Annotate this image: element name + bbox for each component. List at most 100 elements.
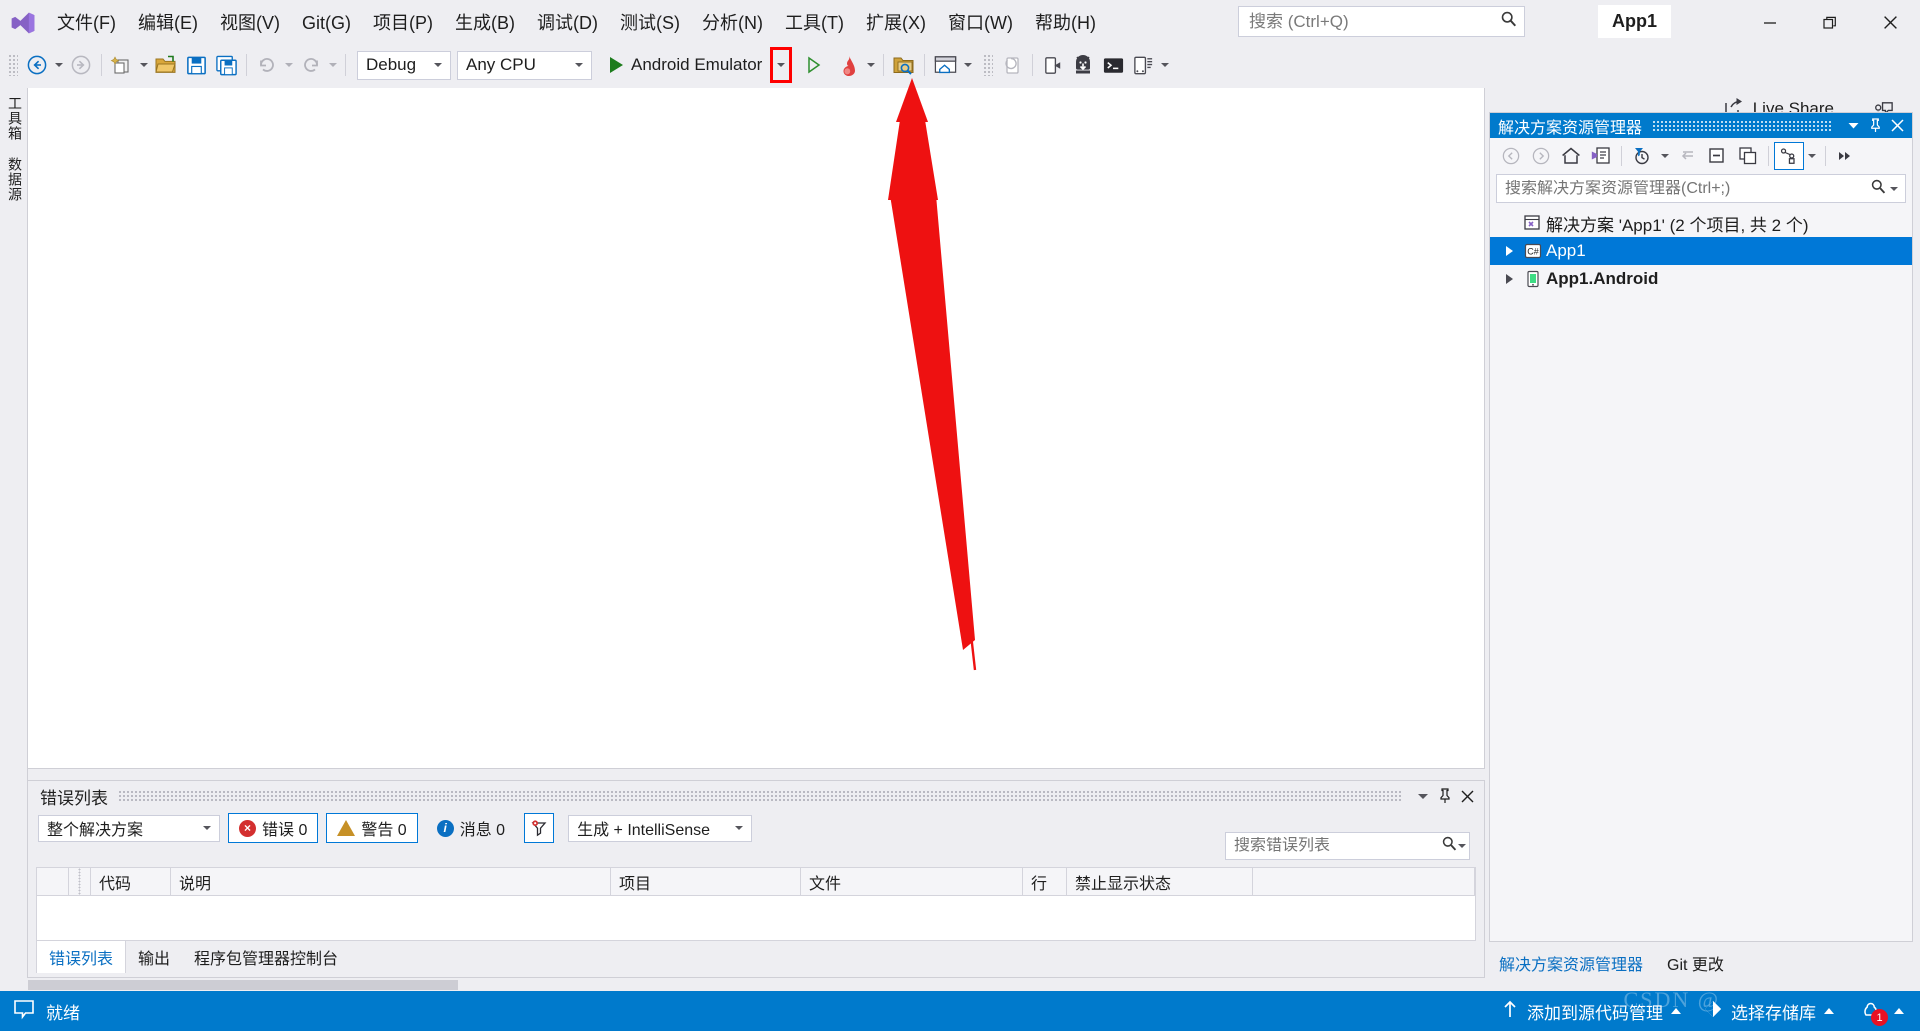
folder-search-icon[interactable]: [889, 49, 919, 81]
toolbar-grip[interactable]: [983, 54, 994, 76]
adb-console-icon[interactable]: [1098, 49, 1128, 81]
tree-node-app1[interactable]: C# App1: [1490, 237, 1912, 265]
tab-output[interactable]: 输出: [126, 941, 182, 973]
android-device-manager-icon[interactable]: [1128, 49, 1158, 81]
new-project-dropdown[interactable]: [137, 49, 151, 81]
save-icon[interactable]: [181, 49, 211, 81]
collapse-all-icon[interactable]: [1703, 142, 1733, 170]
deploy-to-device-icon[interactable]: [1038, 49, 1068, 81]
warnings-filter-button[interactable]: 警告 0: [326, 813, 418, 843]
tree-node-app1-android[interactable]: App1.Android: [1490, 265, 1912, 293]
search-options-dropdown[interactable]: [1887, 186, 1901, 191]
chevron-down-icon[interactable]: [1804, 142, 1820, 170]
navigate-back-dropdown[interactable]: [52, 49, 66, 81]
notifications-button[interactable]: 1: [1856, 998, 1904, 1026]
window-layout-dropdown[interactable]: [961, 49, 975, 81]
scrollbar-thumb[interactable]: [28, 980, 458, 990]
menu-file[interactable]: 文件(F): [46, 7, 127, 39]
editor-area[interactable]: [28, 88, 1485, 769]
column-header-file[interactable]: 文件: [801, 868, 1023, 895]
messages-filter-button[interactable]: i 消息 0: [426, 813, 516, 843]
column-header-line[interactable]: 行: [1023, 868, 1067, 895]
solution-search-box[interactable]: [1496, 174, 1906, 203]
refresh-device-icon[interactable]: [997, 49, 1027, 81]
solution-search-input[interactable]: [1505, 179, 1870, 198]
show-all-files-icon[interactable]: [1733, 142, 1763, 170]
back-icon[interactable]: [1496, 142, 1526, 170]
tab-error-list[interactable]: 错误列表: [36, 940, 127, 973]
menu-debug[interactable]: 调试(D): [526, 7, 609, 39]
android-sdk-manager-icon[interactable]: [1068, 49, 1098, 81]
view-code-icon[interactable]: [1774, 142, 1804, 170]
menu-view[interactable]: 视图(V): [209, 7, 291, 39]
start-debug-button[interactable]: Android Emulator: [606, 49, 768, 81]
close-icon[interactable]: [1456, 784, 1478, 808]
build-filter-combo[interactable]: 生成 + IntelliSense: [568, 814, 753, 842]
tab-solution-explorer[interactable]: 解决方案资源管理器: [1489, 947, 1654, 979]
navigate-back-icon[interactable]: [22, 49, 52, 81]
column-header-description[interactable]: 说明: [171, 868, 611, 895]
error-search-input[interactable]: [1234, 837, 1441, 855]
quick-search-input[interactable]: [1249, 11, 1500, 32]
platform-combo[interactable]: Any CPU: [457, 50, 592, 80]
overflow-icon[interactable]: [1831, 142, 1861, 170]
hot-reload-flame-icon[interactable]: [834, 49, 864, 81]
tree-node-solution[interactable]: 解决方案 'App1' (2 个项目, 共 2 个): [1490, 209, 1912, 237]
quick-search-box[interactable]: [1238, 6, 1525, 37]
sidebar-tab-toolbox[interactable]: 工具箱: [0, 88, 30, 149]
expander-icon[interactable]: [1498, 246, 1520, 256]
forward-icon[interactable]: [1526, 142, 1556, 170]
column-header-code[interactable]: 代码: [91, 868, 171, 895]
open-file-icon[interactable]: [151, 49, 181, 81]
select-repository-button[interactable]: 选择存储库: [1703, 999, 1834, 1024]
error-search-box[interactable]: [1225, 832, 1470, 860]
undo-icon[interactable]: [252, 49, 282, 81]
horizontal-scrollbar[interactable]: [28, 979, 1485, 991]
menu-extensions[interactable]: 扩展(X): [855, 7, 937, 39]
menu-analyze[interactable]: 分析(N): [691, 7, 774, 39]
menu-tools[interactable]: 工具(T): [774, 7, 855, 39]
pin-icon[interactable]: [1864, 115, 1886, 137]
error-filter-icon[interactable]: [524, 813, 555, 843]
start-target-dropdown[interactable]: [770, 47, 793, 83]
menu-window[interactable]: 窗口(W): [937, 7, 1024, 39]
sidebar-tab-datasources[interactable]: 数据源: [0, 149, 30, 210]
tab-git-changes[interactable]: Git 更改: [1657, 947, 1734, 979]
close-button[interactable]: [1860, 0, 1920, 45]
column-header-blank-2[interactable]: [69, 868, 91, 895]
pending-changes-filter-icon[interactable]: [1627, 142, 1657, 170]
menu-git[interactable]: Git(G): [291, 7, 362, 39]
panel-dropdown-button[interactable]: [1842, 115, 1864, 137]
new-project-icon[interactable]: [107, 49, 137, 81]
column-header-suppression-state[interactable]: 禁止显示状态: [1067, 868, 1253, 895]
navigate-forward-icon[interactable]: [66, 49, 96, 81]
panel-drag-grip[interactable]: [1652, 119, 1832, 132]
undo-dropdown[interactable]: [282, 49, 296, 81]
minimize-button[interactable]: [1740, 0, 1800, 45]
configuration-combo[interactable]: Debug: [357, 50, 451, 80]
error-scope-combo[interactable]: 整个解决方案: [38, 814, 220, 842]
attach-to-process-icon[interactable]: [798, 49, 828, 81]
error-list-grid[interactable]: 代码 说明 项目 文件 行 禁止显示状态: [36, 867, 1476, 941]
redo-icon[interactable]: [296, 49, 326, 81]
errors-filter-button[interactable]: × 错误 0: [228, 813, 319, 843]
expander-icon[interactable]: [1498, 274, 1520, 284]
add-to-source-control-button[interactable]: 添加到源代码管理: [1501, 999, 1681, 1024]
menu-help[interactable]: 帮助(H): [1024, 7, 1107, 39]
panel-drag-grip[interactable]: [118, 790, 1402, 802]
maximize-restore-button[interactable]: [1800, 0, 1860, 45]
menu-test[interactable]: 测试(S): [609, 7, 691, 39]
panel-dropdown-button[interactable]: [1412, 784, 1434, 808]
hot-reload-dropdown[interactable]: [864, 49, 878, 81]
menu-edit[interactable]: 编辑(E): [127, 7, 209, 39]
save-all-icon[interactable]: [211, 49, 241, 81]
chevron-down-icon[interactable]: [1657, 142, 1673, 170]
tab-package-manager-console[interactable]: 程序包管理器控制台: [182, 941, 350, 973]
menu-project[interactable]: 项目(P): [362, 7, 444, 39]
home-icon[interactable]: [1556, 142, 1586, 170]
window-layout-icon[interactable]: [930, 49, 961, 81]
pin-icon[interactable]: [1434, 784, 1456, 808]
menu-build[interactable]: 生成(B): [444, 7, 526, 39]
column-header-blank-3[interactable]: [1253, 868, 1475, 895]
refresh-icon[interactable]: [1673, 142, 1703, 170]
